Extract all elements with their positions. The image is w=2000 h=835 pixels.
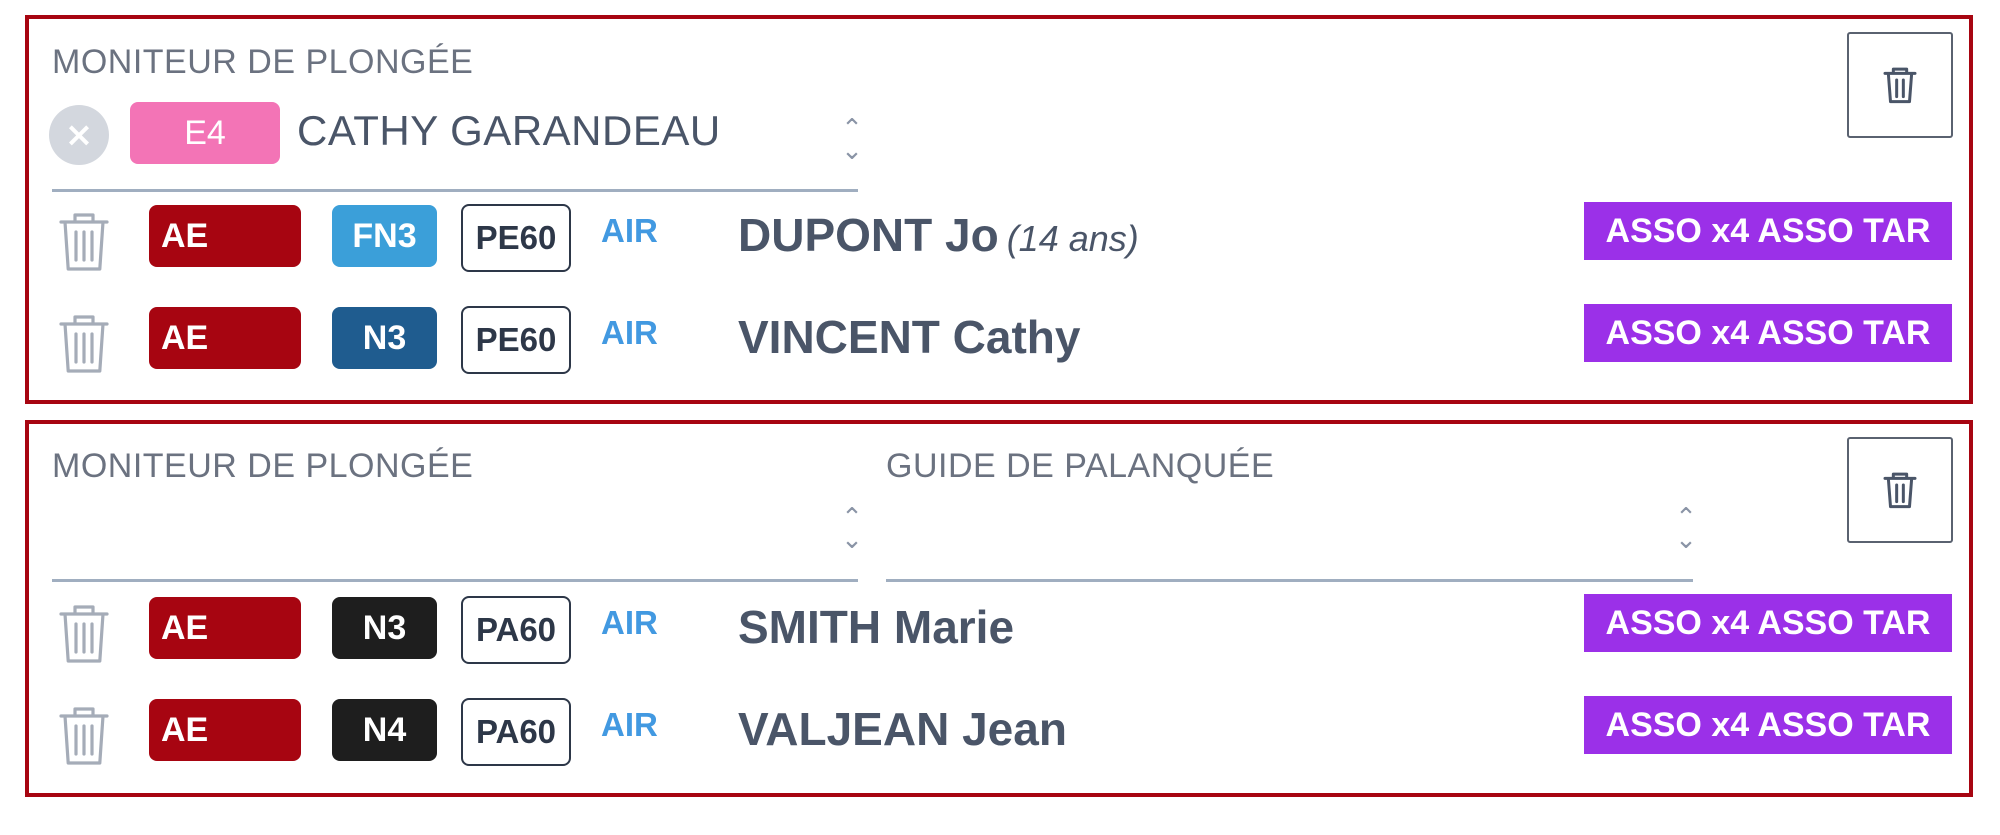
diver-row: AE N4 PA60 AIR VALJEAN Jean ASSO x4 ASSO… [29, 696, 1969, 770]
depth-badge: PE60 [461, 204, 571, 272]
depth-badge: PE60 [461, 306, 571, 374]
tarif-badge: ASSO x4 ASSO TAR [1584, 304, 1952, 362]
chevron-up-down-icon[interactable]: ⌃ ⌄ [1671, 505, 1701, 555]
level-badge: N4 [332, 699, 437, 761]
level-badge: FN3 [332, 205, 437, 267]
diver-row: AE N3 PE60 AIR VINCENT Cathy ASSO x4 ASS… [29, 304, 1969, 378]
delete-group-button[interactable] [1847, 437, 1953, 543]
diver-name[interactable]: SMITH Marie [738, 600, 1014, 654]
delete-group-button[interactable] [1847, 32, 1953, 138]
diver-name-text: DUPONT Jo [738, 209, 999, 261]
aptitude-badge: AE [149, 307, 301, 369]
aptitude-badge: AE [149, 205, 301, 267]
diver-name[interactable]: DUPONT Jo (14 ans) [738, 208, 1139, 262]
depth-badge: PA60 [461, 596, 571, 664]
trash-outline-icon[interactable] [57, 602, 111, 666]
moniteur-label: MONITEUR DE PLONGÉE [52, 447, 474, 485]
moniteur-select-underline [52, 579, 858, 582]
moniteur-level-badge: E4 [130, 102, 280, 164]
guide-label: GUIDE DE PALANQUÉE [886, 447, 1275, 485]
gas-label: AIR [601, 314, 658, 351]
diver-name[interactable]: VALJEAN Jean [738, 702, 1067, 756]
depth-badge: PA60 [461, 698, 571, 766]
trash-icon [1880, 468, 1920, 512]
moniteur-select-underline [52, 189, 858, 192]
aptitude-badge: AE [149, 597, 301, 659]
diver-name[interactable]: VINCENT Cathy [738, 310, 1080, 364]
diver-name-text: VINCENT Cathy [738, 311, 1081, 363]
moniteur-name: CATHY GARANDEAU [297, 107, 721, 154]
tarif-badge: ASSO x4 ASSO TAR [1584, 202, 1952, 260]
tarif-badge: ASSO x4 ASSO TAR [1584, 594, 1952, 652]
trash-icon [1880, 63, 1920, 107]
palanquee-group-2: MONITEUR DE PLONGÉE GUIDE DE PALANQUÉE ⌃… [25, 420, 1973, 797]
diver-row: AE N3 PA60 AIR SMITH Marie ASSO x4 ASSO … [29, 594, 1969, 668]
trash-outline-icon[interactable] [57, 312, 111, 376]
gas-label: AIR [601, 604, 658, 641]
gas-label: AIR [601, 212, 658, 249]
trash-outline-icon[interactable] [57, 704, 111, 768]
gas-label: AIR [601, 706, 658, 743]
trash-outline-icon[interactable] [57, 210, 111, 274]
diver-age: (14 ans) [1006, 218, 1139, 259]
tarif-badge: ASSO x4 ASSO TAR [1584, 696, 1952, 754]
aptitude-badge: AE [149, 699, 301, 761]
level-badge: N3 [332, 597, 437, 659]
guide-select-underline [886, 579, 1693, 582]
diver-name-text: VALJEAN Jean [738, 703, 1067, 755]
level-badge: N3 [332, 307, 437, 369]
chevron-up-down-icon[interactable]: ⌃ ⌄ [837, 116, 867, 166]
diver-row: AE FN3 PE60 AIR DUPONT Jo (14 ans) ASSO x… [29, 202, 1969, 276]
moniteur-label: MONITEUR DE PLONGÉE [52, 43, 474, 81]
diver-name-text: SMITH Marie [738, 601, 1015, 653]
palanquee-group-1: MONITEUR DE PLONGÉE × E4 CATHY GARANDEAU… [25, 15, 1973, 404]
chevron-up-down-icon[interactable]: ⌃ ⌄ [837, 505, 867, 555]
close-icon[interactable]: × [49, 105, 109, 165]
